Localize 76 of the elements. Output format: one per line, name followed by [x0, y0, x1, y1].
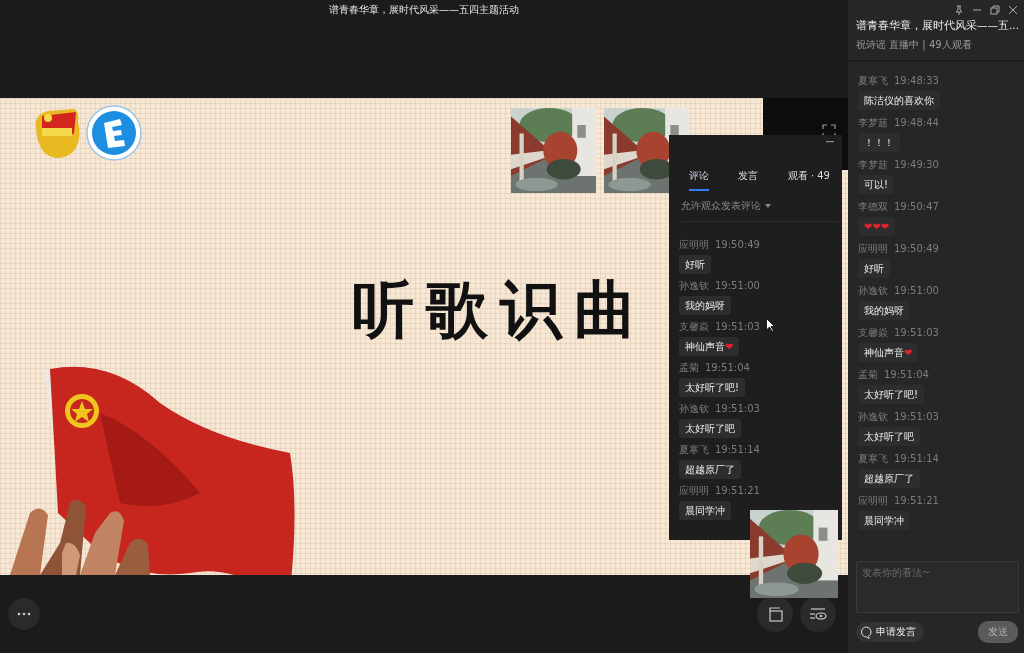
chat-message: 太好听了吧! [679, 378, 745, 397]
chat-message: 好听 [679, 255, 711, 274]
sender-name: 应明明 [679, 484, 709, 497]
chat-message: 超越原厂了 [679, 460, 741, 479]
sender-name: 李梦莛 [858, 158, 888, 171]
cursor-icon [766, 318, 775, 332]
message-time: 19:50:49 [715, 238, 760, 251]
message-time: 19:51:03 [894, 326, 939, 339]
sender-name: 支馨焱 [858, 326, 888, 339]
chat-message: 神仙声音❤ [679, 337, 740, 356]
restore-icon[interactable] [990, 5, 1000, 15]
message-time: 19:48:44 [894, 116, 939, 129]
close-icon[interactable] [1008, 5, 1018, 15]
chat-message: 太好听了吧 [858, 427, 920, 446]
sender-name: 孙逸钦 [858, 410, 888, 423]
stream-title: 谱青春华章，展时代风采——五四主题活动 [329, 3, 519, 17]
sender-name: 应明明 [679, 238, 709, 251]
slide-heading: 听歌识曲 [352, 272, 648, 348]
message-time: 19:51:14 [715, 443, 760, 456]
caret-icon [765, 204, 771, 208]
chat-message: 太好听了吧! [858, 385, 924, 404]
circular-logo-icon [86, 105, 142, 161]
live-title: 谱青春华章，展时代风采——五... [856, 19, 1016, 33]
sender-name: 夏寒飞 [858, 74, 888, 87]
message-time: 19:51:03 [715, 320, 760, 333]
sender-name: 支馨焱 [679, 320, 709, 333]
message-time: 19:50:49 [894, 242, 939, 255]
message-time: 19:51:04 [884, 368, 929, 381]
sender-name: 孙逸钦 [858, 284, 888, 297]
sender-name: 李梦莛 [858, 116, 888, 129]
sender-name: 孟菊 [679, 361, 699, 374]
windows-icon [767, 606, 783, 622]
tab[interactable]: 观看 · 49 [787, 169, 830, 191]
speech-bubble-icon [860, 625, 873, 639]
chat-message: ！！！ [858, 133, 900, 152]
message-time: 19:51:21 [715, 484, 760, 497]
list-eye-icon [809, 607, 827, 621]
chat-message: 我的妈呀 [679, 296, 731, 315]
sender-name: 夏寒飞 [858, 452, 888, 465]
live-status: 祝诗谣 直播中 | 49人观看 [856, 38, 973, 52]
minimize-icon[interactable] [826, 141, 834, 143]
pin-icon[interactable] [954, 5, 964, 15]
chat-message: 太好听了吧 [679, 419, 741, 438]
sender-name: 孙逸钦 [679, 279, 709, 292]
sender-name: 应明明 [858, 242, 888, 255]
chat-message: 超越原厂了 [858, 469, 920, 488]
chat-message: 晨同学冲 [679, 501, 731, 520]
chat-message: ❤❤❤ [858, 217, 896, 236]
sender-name: 孙逸钦 [679, 402, 709, 415]
comment-permission-dropdown[interactable]: 允许观众发表评论 [681, 199, 761, 213]
chat-message: 好听 [858, 259, 890, 278]
message-time: 19:51:04 [705, 361, 750, 374]
message-time: 19:50:47 [894, 200, 939, 213]
message-time: 19:51:03 [715, 402, 760, 415]
message-time: 19:51:03 [894, 410, 939, 423]
message-time: 19:51:14 [894, 452, 939, 465]
tab[interactable]: 评论 [689, 169, 709, 191]
sender-name: 李德双 [858, 200, 888, 213]
message-time: 19:51:21 [894, 494, 939, 507]
message-time: 19:51:00 [894, 284, 939, 297]
chat-message: 神仙声音❤ [858, 343, 919, 362]
window-switch-button[interactable] [757, 596, 793, 632]
chat-message: 可以! [858, 175, 894, 194]
request-speak-button[interactable]: 申请发言 [856, 622, 924, 642]
message-time: 19:49:30 [894, 158, 939, 171]
chat-message: 我的妈呀 [858, 301, 910, 320]
view-settings-button[interactable] [800, 596, 836, 632]
message-time: 19:51:00 [715, 279, 760, 292]
sender-name: 应明明 [858, 494, 888, 507]
chat-message: 陈洁仪的喜欢你 [858, 91, 940, 110]
sender-name: 孟菊 [858, 368, 878, 381]
sender-name: 夏寒飞 [679, 443, 709, 456]
more-icon [17, 612, 31, 616]
message-time: 19:48:33 [894, 74, 939, 87]
tab[interactable]: 发言 [738, 169, 759, 191]
chat-message: 晨同学冲 [858, 511, 910, 530]
